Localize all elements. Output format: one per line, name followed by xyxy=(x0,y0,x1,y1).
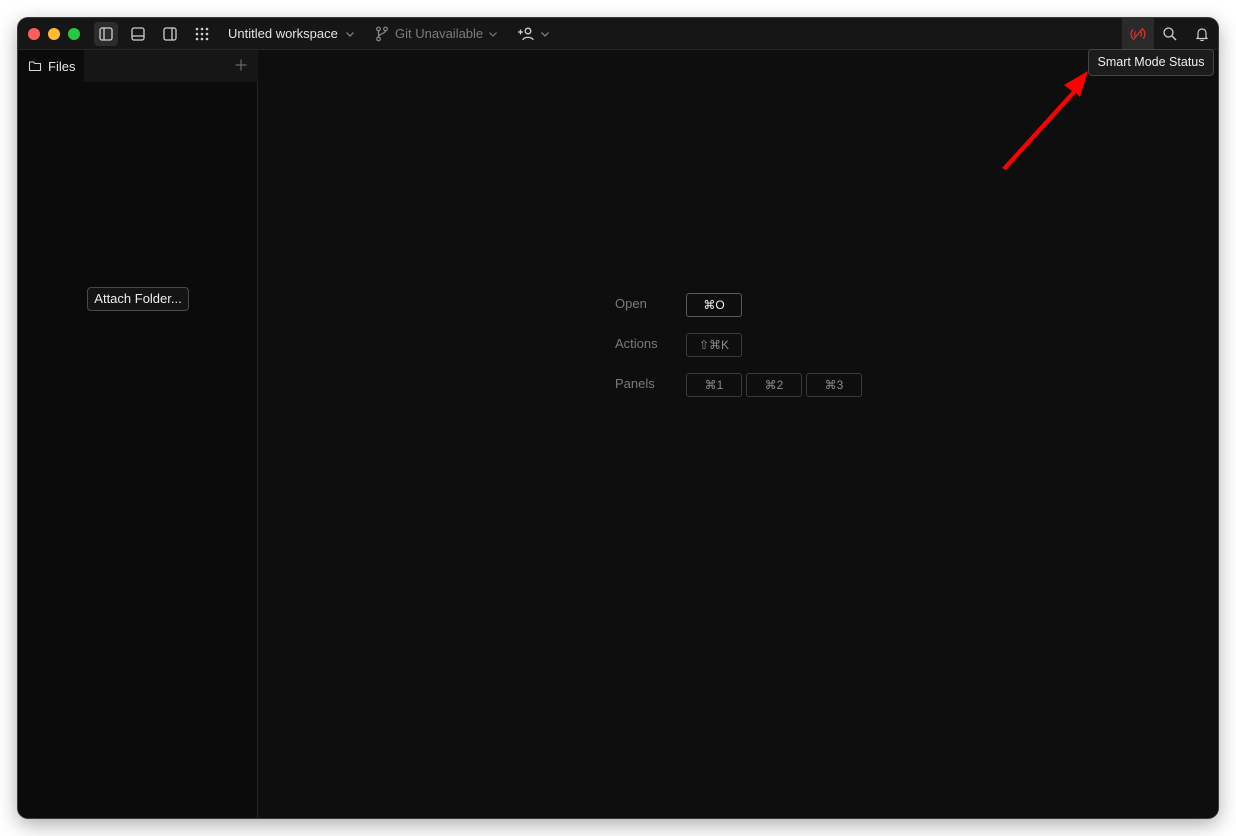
tab-files-label: Files xyxy=(48,58,76,74)
attach-folder-button[interactable]: Attach Folder... xyxy=(87,287,189,311)
workspace-name[interactable]: Untitled workspace xyxy=(228,18,338,50)
shortcut-actions-label: Actions xyxy=(615,336,658,351)
add-tab-icon[interactable] xyxy=(234,58,248,72)
toggle-bottom-panel-button[interactable] xyxy=(126,22,150,46)
grid-dots-icon xyxy=(195,27,209,41)
toggle-left-sidebar-button[interactable] xyxy=(94,22,118,46)
shortcut-panel-1-key: ⌘1 xyxy=(686,373,742,397)
panel-bottom-icon xyxy=(131,27,145,41)
bell-icon xyxy=(1196,28,1208,42)
notifications-button[interactable] xyxy=(1186,18,1218,50)
smart-mode-button[interactable] xyxy=(1122,18,1154,50)
folder-icon xyxy=(28,61,42,72)
shortcut-open-label: Open xyxy=(615,296,647,311)
zoom-window-button[interactable] xyxy=(68,28,80,40)
add-user-icon xyxy=(518,27,534,41)
shortcut-panel-2-key: ⌘2 xyxy=(746,373,802,397)
chevron-down-icon[interactable] xyxy=(345,29,355,39)
git-status[interactable]: Git Unavailable xyxy=(395,18,483,50)
shortcut-open-key: ⌘O xyxy=(686,293,742,317)
search-icon xyxy=(1163,27,1177,41)
shortcut-actions-key: ⇧⌘K xyxy=(686,333,742,357)
search-button[interactable] xyxy=(1154,18,1186,50)
shortcut-panel-3-key: ⌘3 xyxy=(806,373,862,397)
smart-mode-icon xyxy=(1130,27,1146,41)
app-window: Untitled workspace Git Unavailable Files… xyxy=(18,18,1218,818)
sidebar-right-icon xyxy=(163,27,177,41)
editor-area: Open ⌘O Actions ⇧⌘K Panels ⌘1 ⌘2 ⌘3 xyxy=(258,50,1218,818)
sidebar-tab-bar: Files xyxy=(18,50,258,82)
shortcut-panels-label: Panels xyxy=(615,376,655,391)
minimize-window-button[interactable] xyxy=(48,28,60,40)
toggle-right-sidebar-button[interactable] xyxy=(158,22,182,46)
sidebar-left-icon xyxy=(99,27,113,41)
apps-grid-button[interactable] xyxy=(190,22,214,46)
smart-mode-tooltip: Smart Mode Status xyxy=(1088,49,1214,76)
title-bar: Untitled workspace Git Unavailable xyxy=(18,18,1218,50)
chevron-down-icon[interactable] xyxy=(540,29,550,39)
add-user-button[interactable] xyxy=(514,22,538,46)
files-sidebar: Files Attach Folder... xyxy=(18,50,258,818)
git-branch-icon xyxy=(376,26,388,42)
tab-files[interactable]: Files xyxy=(18,50,84,82)
close-window-button[interactable] xyxy=(28,28,40,40)
chevron-down-icon[interactable] xyxy=(488,29,498,39)
